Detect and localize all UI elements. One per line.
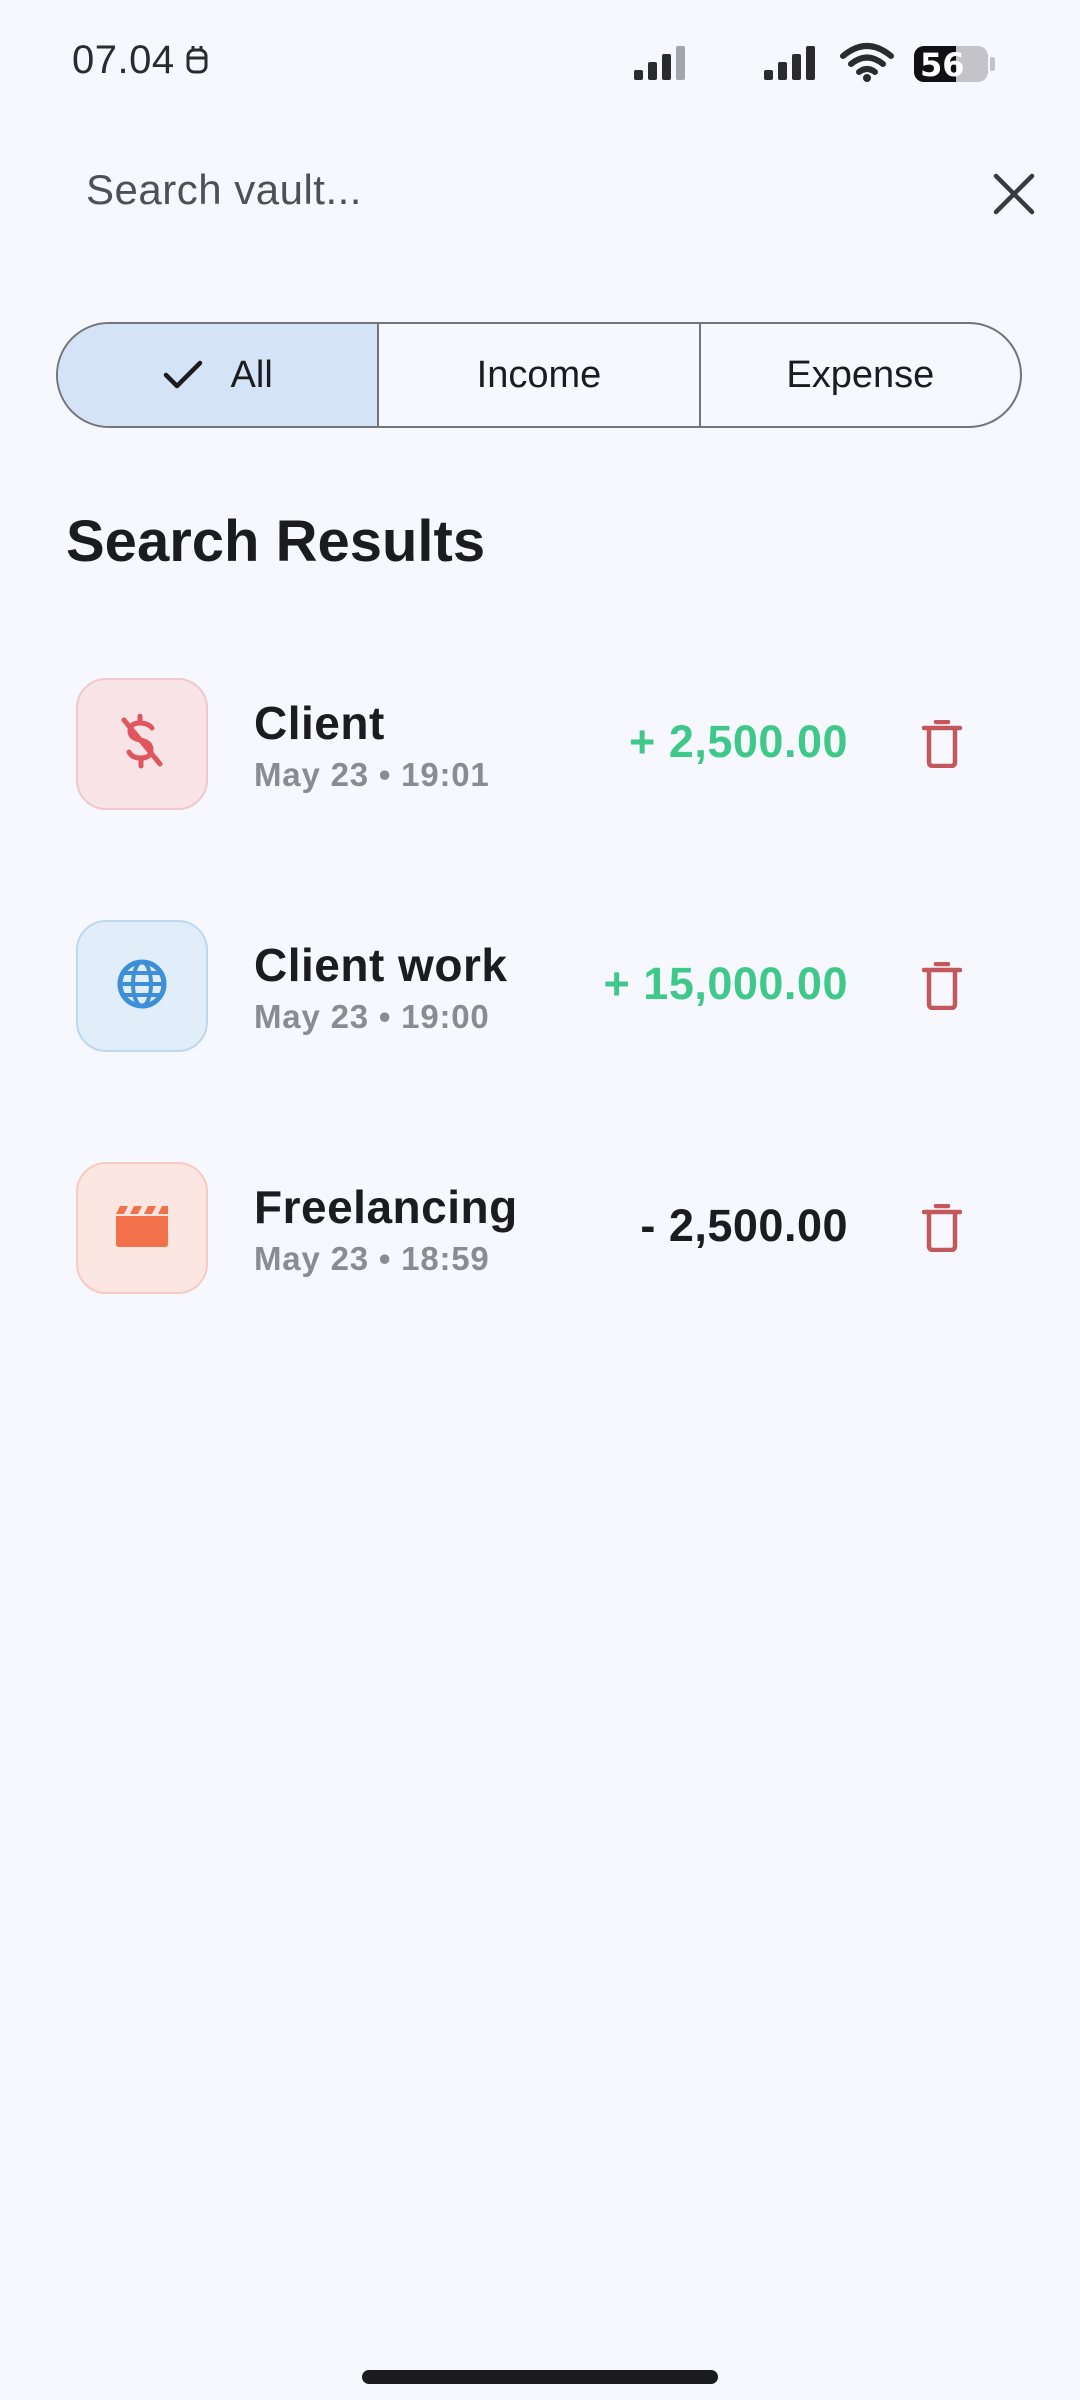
category-icon-container bbox=[76, 678, 208, 810]
item-title: Client bbox=[254, 697, 385, 749]
trash-icon[interactable] bbox=[912, 1198, 972, 1258]
list-item[interactable]: Freelancing May 23 • 18:59 - 2,500.00 bbox=[0, 1162, 1080, 1296]
category-icon-container bbox=[76, 920, 208, 1052]
item-timestamp: May 23 • 19:00 bbox=[254, 998, 490, 1035]
clapperboard-icon bbox=[114, 1204, 170, 1253]
check-icon bbox=[163, 359, 203, 391]
filter-all[interactable]: All bbox=[58, 324, 378, 426]
search-input[interactable] bbox=[86, 158, 946, 222]
search-bar bbox=[0, 150, 1080, 230]
signal-icon bbox=[634, 44, 690, 87]
filter-income-label: Income bbox=[476, 353, 602, 396]
home-indicator[interactable] bbox=[362, 2370, 718, 2384]
globe-icon bbox=[115, 957, 169, 1016]
filter-income[interactable]: Income bbox=[377, 324, 698, 426]
filter-expense[interactable]: Expense bbox=[698, 324, 1020, 426]
list-item[interactable]: Client May 23 • 19:01 + 2,500.00 bbox=[0, 678, 1080, 812]
section-title: Search Results bbox=[66, 509, 486, 574]
trash-icon[interactable] bbox=[912, 714, 972, 774]
category-icon-container bbox=[76, 1162, 208, 1294]
signal-icon bbox=[764, 44, 820, 87]
item-title: Freelancing bbox=[254, 1181, 518, 1233]
item-title: Client work bbox=[254, 939, 508, 991]
filter-all-label: All bbox=[230, 353, 273, 396]
notification-icon bbox=[184, 44, 210, 83]
wifi-icon bbox=[840, 42, 894, 87]
item-timestamp: May 23 • 19:01 bbox=[254, 756, 490, 793]
item-timestamp: May 23 • 18:59 bbox=[254, 1240, 490, 1277]
status-bar: 07.04 56 bbox=[0, 0, 1080, 130]
trash-icon[interactable] bbox=[912, 956, 972, 1016]
filter-segmented-control: All Income Expense bbox=[56, 322, 1022, 428]
battery-level: 56 bbox=[920, 46, 965, 84]
dollar-off-icon bbox=[118, 713, 166, 775]
item-amount: - 2,500.00 bbox=[640, 1200, 848, 1251]
status-time: 07.04 bbox=[72, 38, 175, 82]
filter-expense-label: Expense bbox=[786, 353, 935, 396]
item-amount: + 15,000.00 bbox=[603, 958, 848, 1009]
item-amount: + 2,500.00 bbox=[629, 716, 848, 767]
close-icon[interactable] bbox=[984, 164, 1044, 224]
list-item[interactable]: Client work May 23 • 19:00 + 15,000.00 bbox=[0, 920, 1080, 1054]
